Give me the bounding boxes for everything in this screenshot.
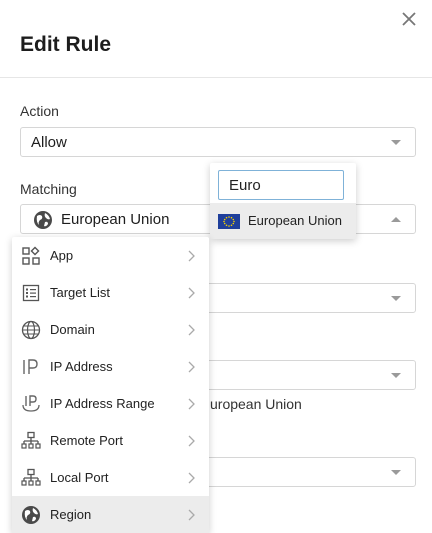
search-result-item[interactable]: European Union [210,203,356,239]
chevron-right-icon [188,287,195,299]
category-app[interactable]: App [12,237,209,274]
matching-value: European Union [61,211,170,228]
chevron-down-icon [391,470,401,475]
chevron-right-icon [188,472,195,484]
chevron-up-icon [391,217,401,222]
chevron-right-icon [188,398,195,410]
region-search-input[interactable] [218,170,344,200]
list-icon [22,284,40,302]
close-button[interactable] [398,8,420,30]
dialog-title: Edit Rule [20,33,112,56]
ip-icon [23,359,38,374]
region-search-popup: European Union [210,163,356,239]
eu-flag-icon [218,214,240,229]
category-label: Domain [50,322,95,337]
category-remote-port[interactable]: Remote Port [12,422,209,459]
category-domain[interactable]: Domain [12,311,209,348]
action-label: Action [20,103,59,119]
category-menu: App Target List Domain IP Address IP Add… [12,237,209,533]
category-label: App [50,248,74,263]
category-label: Local Port [50,470,109,485]
globe-filled-icon [22,506,40,524]
chevron-right-icon [188,361,195,373]
background-text: uropean Union [210,396,302,412]
close-icon [402,12,416,26]
chevron-right-icon [188,509,195,521]
app-grid-icon [22,246,40,265]
matching-label: Matching [20,181,77,197]
globe-icon [34,211,52,229]
chevron-right-icon [188,435,195,447]
category-label: IP Address Range [50,396,155,411]
header-divider [0,77,432,78]
category-local-port[interactable]: Local Port [12,459,209,496]
category-label: Target List [50,285,110,300]
category-label: IP Address [50,359,113,374]
chevron-right-icon [188,250,195,262]
network-icon [21,468,41,486]
chevron-right-icon [188,324,195,336]
chevron-down-icon [391,373,401,378]
chevron-down-icon [391,140,401,145]
category-ip-address-range[interactable]: IP Address Range [12,385,209,422]
category-label: Remote Port [50,433,123,448]
category-target-list[interactable]: Target List [12,274,209,311]
chevron-down-icon [391,296,401,301]
category-label: Region [50,507,92,522]
network-icon [21,431,41,449]
globe-icon [21,320,41,340]
action-value: Allow [31,134,67,151]
action-select[interactable]: Allow [20,127,416,157]
category-ip-address[interactable]: IP Address [12,348,209,385]
search-result-label: European Union [248,213,342,228]
category-region[interactable]: Region [12,496,209,533]
ip-range-icon [22,395,40,412]
